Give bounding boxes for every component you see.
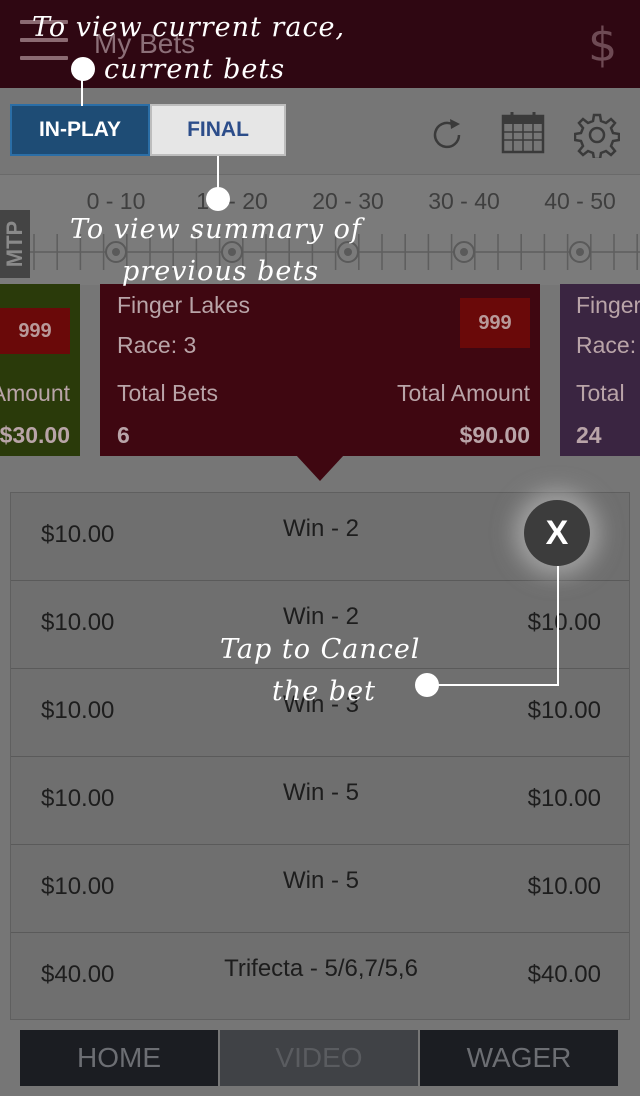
dollar-icon[interactable]: $ bbox=[588, 18, 617, 72]
total-bets-value: 6 bbox=[117, 422, 130, 448]
bet-total: $10.00 bbox=[527, 785, 601, 812]
bet-type: Trifecta - 5/6,7/5,6 bbox=[224, 955, 418, 982]
annotation-text: current bets bbox=[104, 54, 286, 85]
annotation-dot bbox=[206, 187, 230, 211]
mtp-range: 20 - 30 bbox=[312, 188, 384, 214]
race-badge: 999 bbox=[460, 298, 530, 348]
track-name: Finger Lakes bbox=[117, 292, 250, 318]
bet-amount: $10.00 bbox=[41, 521, 115, 548]
bets-list: $10.00 Win - 2 $10.00 Win - 2 $10.00 $10… bbox=[10, 492, 630, 1020]
bet-type: Win - 5 bbox=[282, 867, 359, 894]
total-label: Total bbox=[576, 380, 625, 406]
total-bets-label: Total Bets bbox=[117, 380, 218, 406]
tab-in-play[interactable]: IN-PLAY bbox=[10, 104, 150, 156]
total-amount-value: $90.00 bbox=[459, 422, 530, 448]
annotation-line bbox=[557, 566, 559, 686]
refresh-icon[interactable] bbox=[428, 116, 466, 154]
annotation-dot bbox=[415, 673, 439, 697]
bet-amount: $10.00 bbox=[41, 697, 115, 724]
race-number: Race: 3 bbox=[117, 332, 197, 358]
annotation-text: the bet bbox=[272, 676, 376, 707]
annotation-text: To view current race, bbox=[32, 12, 346, 43]
ruler-marker-dot bbox=[460, 248, 468, 256]
ruler-marker-dot bbox=[344, 248, 352, 256]
bet-type: Win - 2 bbox=[282, 603, 359, 630]
calendar-icon[interactable] bbox=[500, 110, 546, 154]
race-number: Race: bbox=[576, 332, 637, 358]
nav-home[interactable]: HOME bbox=[20, 1030, 218, 1086]
race-card-selected[interactable]: Finger Lakes Race: 3 999 Total Bets Tota… bbox=[100, 284, 540, 456]
ruler-marker-dot bbox=[228, 248, 236, 256]
bet-total: $40.00 bbox=[527, 961, 601, 988]
race-card-right[interactable]: Finger Race: Total 24 bbox=[560, 284, 640, 456]
race-badge: 999 bbox=[0, 308, 70, 354]
annotation-line bbox=[430, 684, 559, 686]
bottom-nav: HOME VIDEO WAGER bbox=[20, 1030, 620, 1086]
nav-video[interactable]: VIDEO bbox=[220, 1030, 418, 1086]
total-amount-label: Total Amount bbox=[397, 380, 530, 406]
mtp-range: 10 - 20 bbox=[196, 188, 268, 214]
nav-wager[interactable]: WAGER bbox=[420, 1030, 618, 1086]
card-pointer bbox=[296, 455, 344, 481]
bet-amount: $10.00 bbox=[41, 609, 115, 636]
annotation-text: Tap to Cancel bbox=[220, 634, 421, 665]
bet-row[interactable]: $10.00 Win - 5 $10.00 bbox=[11, 757, 629, 845]
bet-amount: $10.00 bbox=[41, 873, 115, 900]
amount-label: Amount bbox=[0, 380, 70, 406]
mtp-range: 30 - 40 bbox=[428, 188, 500, 214]
bet-amount: $40.00 bbox=[41, 961, 115, 988]
race-card-left[interactable]: 999 Amount $30.00 bbox=[0, 284, 80, 456]
bet-total: $10.00 bbox=[527, 697, 601, 724]
annotation-text: To view summary of bbox=[70, 214, 362, 245]
annotation-line bbox=[217, 156, 219, 190]
bet-type: Win - 2 bbox=[282, 515, 359, 542]
bet-row[interactable]: $40.00 Trifecta - 5/6,7/5,6 $40.00 bbox=[11, 933, 629, 1021]
tab-final[interactable]: FINAL bbox=[150, 104, 286, 156]
total-bets-value: 24 bbox=[576, 422, 602, 448]
mtp-range: 0 - 10 bbox=[86, 188, 146, 214]
bet-row[interactable]: $10.00 Win - 5 $10.00 bbox=[11, 845, 629, 933]
bet-total: $10.00 bbox=[527, 873, 601, 900]
gear-icon[interactable] bbox=[574, 112, 620, 158]
annotation-text: previous bets bbox=[122, 256, 320, 287]
bet-amount: $10.00 bbox=[41, 785, 115, 812]
ruler-marker-dot bbox=[112, 248, 120, 256]
bet-total: $10.00 bbox=[527, 609, 601, 636]
mtp-range: 40 - 50 bbox=[544, 188, 616, 214]
amount-value: $30.00 bbox=[0, 422, 70, 448]
annotation-dot bbox=[71, 57, 95, 81]
annotation-line bbox=[81, 70, 83, 106]
cancel-bet-button[interactable]: X bbox=[524, 500, 590, 566]
ruler-marker-dot bbox=[576, 248, 584, 256]
track-name: Finger bbox=[576, 292, 640, 318]
bet-type: Win - 5 bbox=[282, 779, 359, 806]
